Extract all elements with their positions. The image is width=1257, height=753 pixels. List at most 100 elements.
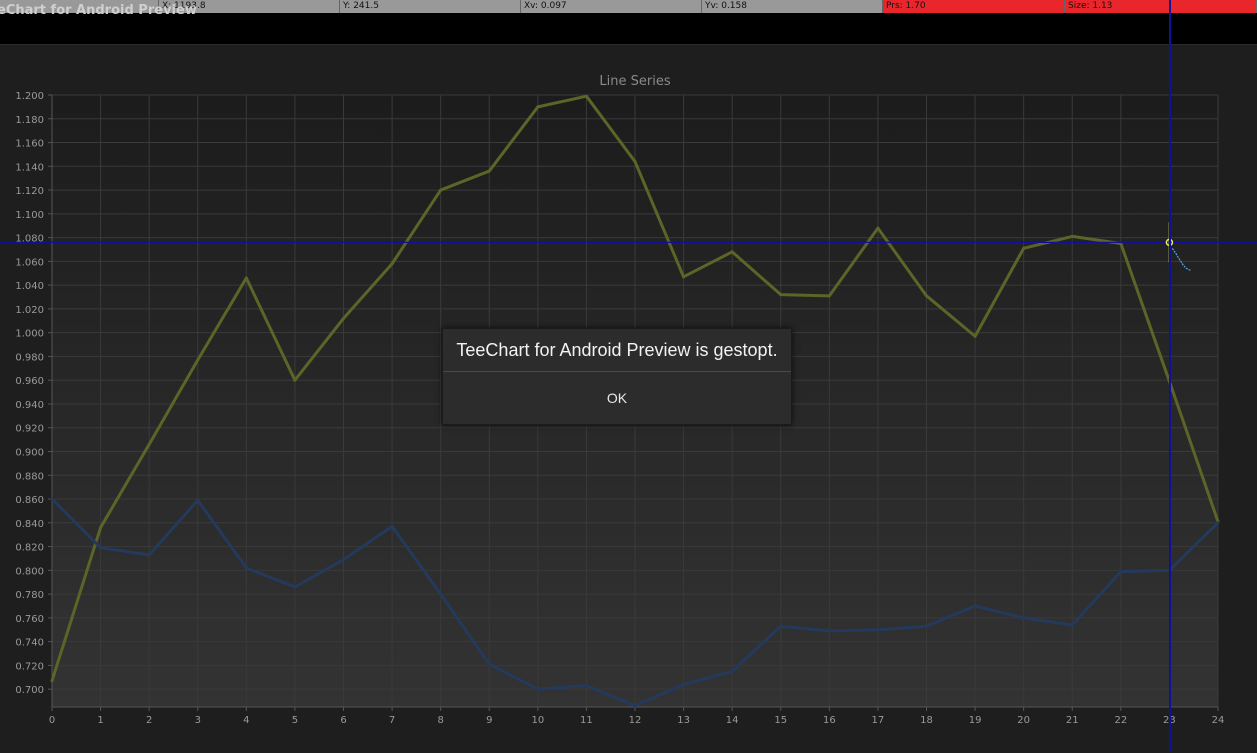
x-tick-label: 18 xyxy=(920,715,933,726)
y-tick-label: 0.920 xyxy=(15,424,44,435)
series-1-point xyxy=(584,684,588,688)
pointer-readout-2: Y: 241.5 xyxy=(340,0,521,13)
pointer-readout-4: Yv: 0.158 xyxy=(702,0,883,13)
x-tick-label: 21 xyxy=(1066,715,1079,726)
series-0-point xyxy=(99,526,103,530)
y-tick-label: 0.700 xyxy=(15,685,44,696)
series-1-point xyxy=(925,624,928,628)
x-tick-label: 22 xyxy=(1114,715,1127,726)
y-tick-label: 0.900 xyxy=(15,448,44,459)
y-tick-label: 1.180 xyxy=(15,115,44,126)
series-0-point xyxy=(196,358,200,362)
x-tick-label: 14 xyxy=(726,715,739,726)
y-tick-label: 0.760 xyxy=(15,614,44,625)
x-tick-label: 5 xyxy=(292,715,298,726)
x-tick-label: 11 xyxy=(580,715,593,726)
series-1-point xyxy=(633,704,637,708)
series-0-point xyxy=(536,105,540,109)
x-tick-label: 20 xyxy=(1017,715,1030,726)
series-0-point xyxy=(876,226,880,230)
x-tick-label: 7 xyxy=(389,715,395,726)
y-tick-label: 0.800 xyxy=(15,566,44,577)
series-0-point xyxy=(147,442,151,446)
y-tick-label: 1.020 xyxy=(15,305,44,316)
x-tick-label: 16 xyxy=(823,715,836,726)
series-1-point xyxy=(439,592,443,596)
y-tick-label: 0.840 xyxy=(15,519,44,530)
y-tick-label: 1.160 xyxy=(15,139,44,150)
series-1-point xyxy=(876,628,880,632)
y-tick-label: 1.200 xyxy=(15,91,44,102)
series-1-point xyxy=(487,662,491,666)
crosshair-vertical xyxy=(1169,0,1171,752)
y-tick-label: 0.860 xyxy=(15,495,44,506)
series-1-point xyxy=(1070,623,1074,627)
series-1-point xyxy=(682,682,686,686)
x-tick-label: 1 xyxy=(97,715,103,726)
series-0-point xyxy=(1022,246,1026,250)
series-0-point xyxy=(584,94,588,98)
series-0-point xyxy=(439,188,443,192)
series-1-point xyxy=(147,553,151,557)
series-1-point xyxy=(973,604,977,608)
series-1-point xyxy=(1022,616,1026,620)
y-tick-label: 0.740 xyxy=(15,638,44,649)
x-tick-label: 17 xyxy=(872,715,885,726)
series-0-point xyxy=(293,378,297,382)
app-title: eChart for Android Preview xyxy=(0,3,197,18)
x-tick-label: 0 xyxy=(49,715,55,726)
series-0-point xyxy=(779,293,783,297)
series-1-point xyxy=(196,498,200,502)
series-0-point xyxy=(1070,234,1074,238)
series-0-point xyxy=(50,679,54,683)
x-tick-label: 24 xyxy=(1212,715,1225,726)
x-tick-label: 12 xyxy=(629,715,642,726)
y-tick-label: 0.880 xyxy=(15,471,44,482)
y-tick-label: 1.060 xyxy=(15,257,44,268)
y-tick-label: 1.140 xyxy=(15,162,44,173)
y-tick-label: 1.100 xyxy=(15,210,44,221)
series-0-point xyxy=(390,262,394,266)
y-tick-label: 1.120 xyxy=(15,186,44,197)
series-1-point xyxy=(293,585,297,589)
y-tick-label: 0.960 xyxy=(15,376,44,387)
x-tick-label: 15 xyxy=(774,715,787,726)
ok-button[interactable]: OK xyxy=(443,372,791,424)
series-1-point xyxy=(244,566,248,570)
series-0-point xyxy=(730,250,734,254)
y-tick-label: 0.720 xyxy=(15,661,44,672)
y-tick-label: 0.940 xyxy=(15,400,44,411)
pointer-readout-5: Prs: 1.70 xyxy=(883,0,1065,13)
x-tick-label: 3 xyxy=(195,715,201,726)
pointer-readout-6: Size: 1.13 xyxy=(1065,0,1257,13)
series-0-point xyxy=(487,169,491,173)
x-tick-label: 2 xyxy=(146,715,152,726)
chart-title: Line Series xyxy=(599,74,670,89)
series-1-point xyxy=(1119,570,1123,574)
series-1-point xyxy=(342,558,345,562)
y-tick-label: 1.040 xyxy=(15,281,44,292)
series-0-point xyxy=(244,276,248,280)
y-tick-label: 0.820 xyxy=(15,543,44,554)
series-1-point xyxy=(390,524,394,528)
series-1-point xyxy=(730,669,734,673)
series-0-point xyxy=(342,316,345,320)
series-1-point xyxy=(827,629,831,633)
y-tick-label: 0.980 xyxy=(15,352,44,363)
series-0-point xyxy=(925,294,928,298)
series-0-point xyxy=(682,275,686,279)
series-1-point xyxy=(1216,521,1220,525)
series-0-point xyxy=(973,334,977,338)
y-tick-label: 0.780 xyxy=(15,590,44,601)
series-1-point xyxy=(50,497,54,501)
x-tick-label: 13 xyxy=(677,715,690,726)
crash-dialog: TeeChart for Android Preview is gestopt.… xyxy=(442,328,792,425)
series-1-point xyxy=(779,624,783,628)
x-tick-label: 19 xyxy=(969,715,982,726)
dialog-message: TeeChart for Android Preview is gestopt. xyxy=(456,340,778,360)
series-1-point xyxy=(99,546,103,550)
x-tick-label: 10 xyxy=(531,715,544,726)
x-tick-label: 9 xyxy=(486,715,492,726)
x-tick-label: 4 xyxy=(243,715,249,726)
x-tick-label: 6 xyxy=(340,715,346,726)
